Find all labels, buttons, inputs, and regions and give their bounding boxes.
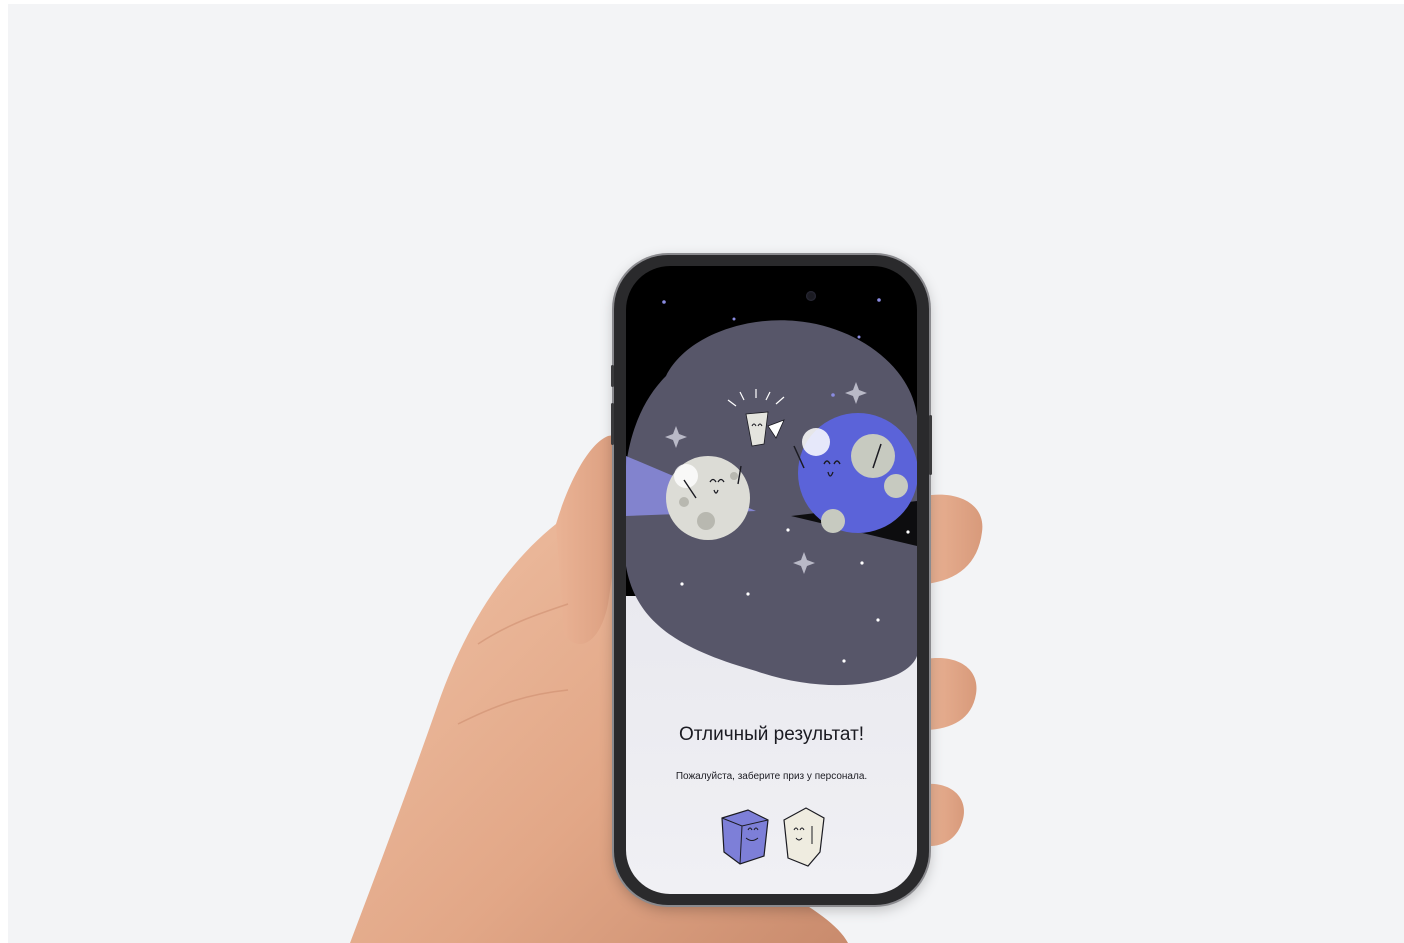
mute-switch (611, 365, 614, 387)
result-headline: Отличный результат! (678, 724, 865, 745)
cube-mascot-icon (721, 809, 769, 865)
mockup-stage: Отличный результат! Пожалуйста, заберите… (8, 4, 1404, 943)
volume-up-button (611, 403, 614, 445)
power-button (929, 415, 932, 475)
front-camera (806, 291, 816, 301)
space-illustration (626, 298, 917, 686)
mascot-group (721, 807, 825, 867)
phone-screen: Отличный результат! Пожалуйста, заберите… (626, 266, 917, 894)
paper-mascot-icon (783, 807, 825, 867)
prize-instruction: Пожалуйста, заберите приз у персонала. (675, 771, 868, 782)
moon-character-icon (666, 456, 750, 540)
phone-frame: Отличный результат! Пожалуйста, заберите… (611, 255, 932, 905)
